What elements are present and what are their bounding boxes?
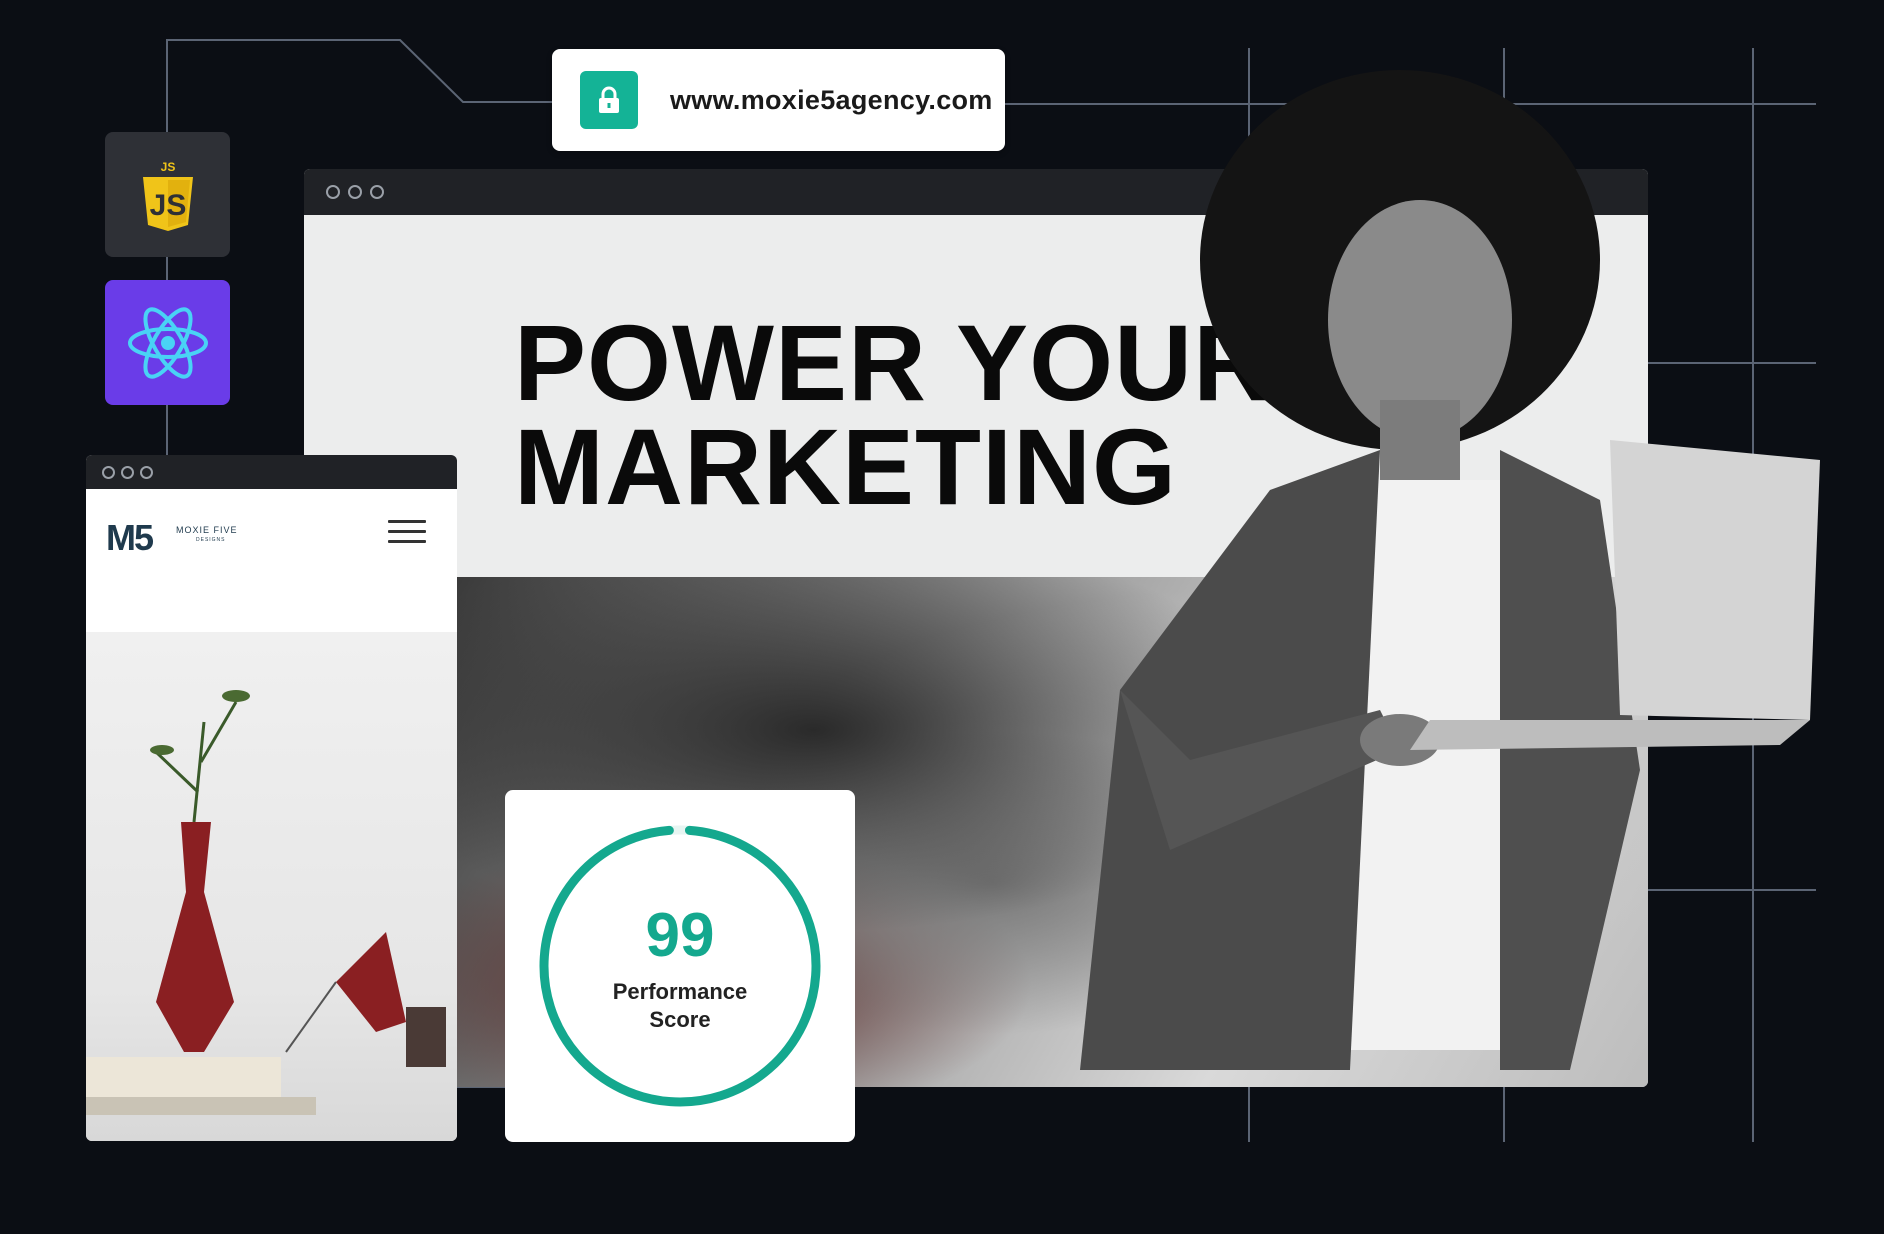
- performance-score-card: 99 Performance Score: [505, 790, 855, 1142]
- mobile-hero-image: [86, 632, 457, 1141]
- svg-text:JS: JS: [149, 189, 186, 222]
- score-label-line-2: Score: [649, 1007, 711, 1032]
- score-label: Performance Score: [505, 978, 855, 1034]
- score-label-line-1: Performance: [612, 979, 748, 1004]
- site-brand-subtitle: DESIGNS: [196, 537, 226, 543]
- window-dot-icon[interactable]: [140, 465, 153, 479]
- react-icon: [127, 306, 208, 379]
- window-dot-icon[interactable]: [348, 185, 362, 199]
- mobile-titlebar: [86, 455, 457, 489]
- mobile-browser-window: M5 MOXIE FIVE DESIGNS: [86, 455, 457, 1141]
- lock-icon: [580, 71, 638, 129]
- woman-with-laptop-image: [1080, 70, 1820, 1070]
- window-dot-icon[interactable]: [326, 185, 340, 199]
- site-brand-name: MOXIE FIVE: [176, 525, 238, 535]
- window-dot-icon[interactable]: [102, 465, 115, 479]
- window-dot-icon[interactable]: [121, 465, 134, 479]
- javascript-icon: JS JS: [142, 160, 193, 231]
- address-bar[interactable]: www.moxie5agency.com: [552, 49, 1005, 151]
- url-text: www.moxie5agency.com: [670, 84, 993, 115]
- react-badge: [105, 280, 230, 405]
- javascript-badge: JS JS: [105, 132, 230, 257]
- svg-text:JS: JS: [160, 160, 175, 174]
- window-dot-icon[interactable]: [370, 185, 384, 199]
- site-logo[interactable]: M5: [106, 517, 154, 559]
- hamburger-icon[interactable]: [388, 520, 426, 546]
- score-value: 99: [645, 901, 715, 970]
